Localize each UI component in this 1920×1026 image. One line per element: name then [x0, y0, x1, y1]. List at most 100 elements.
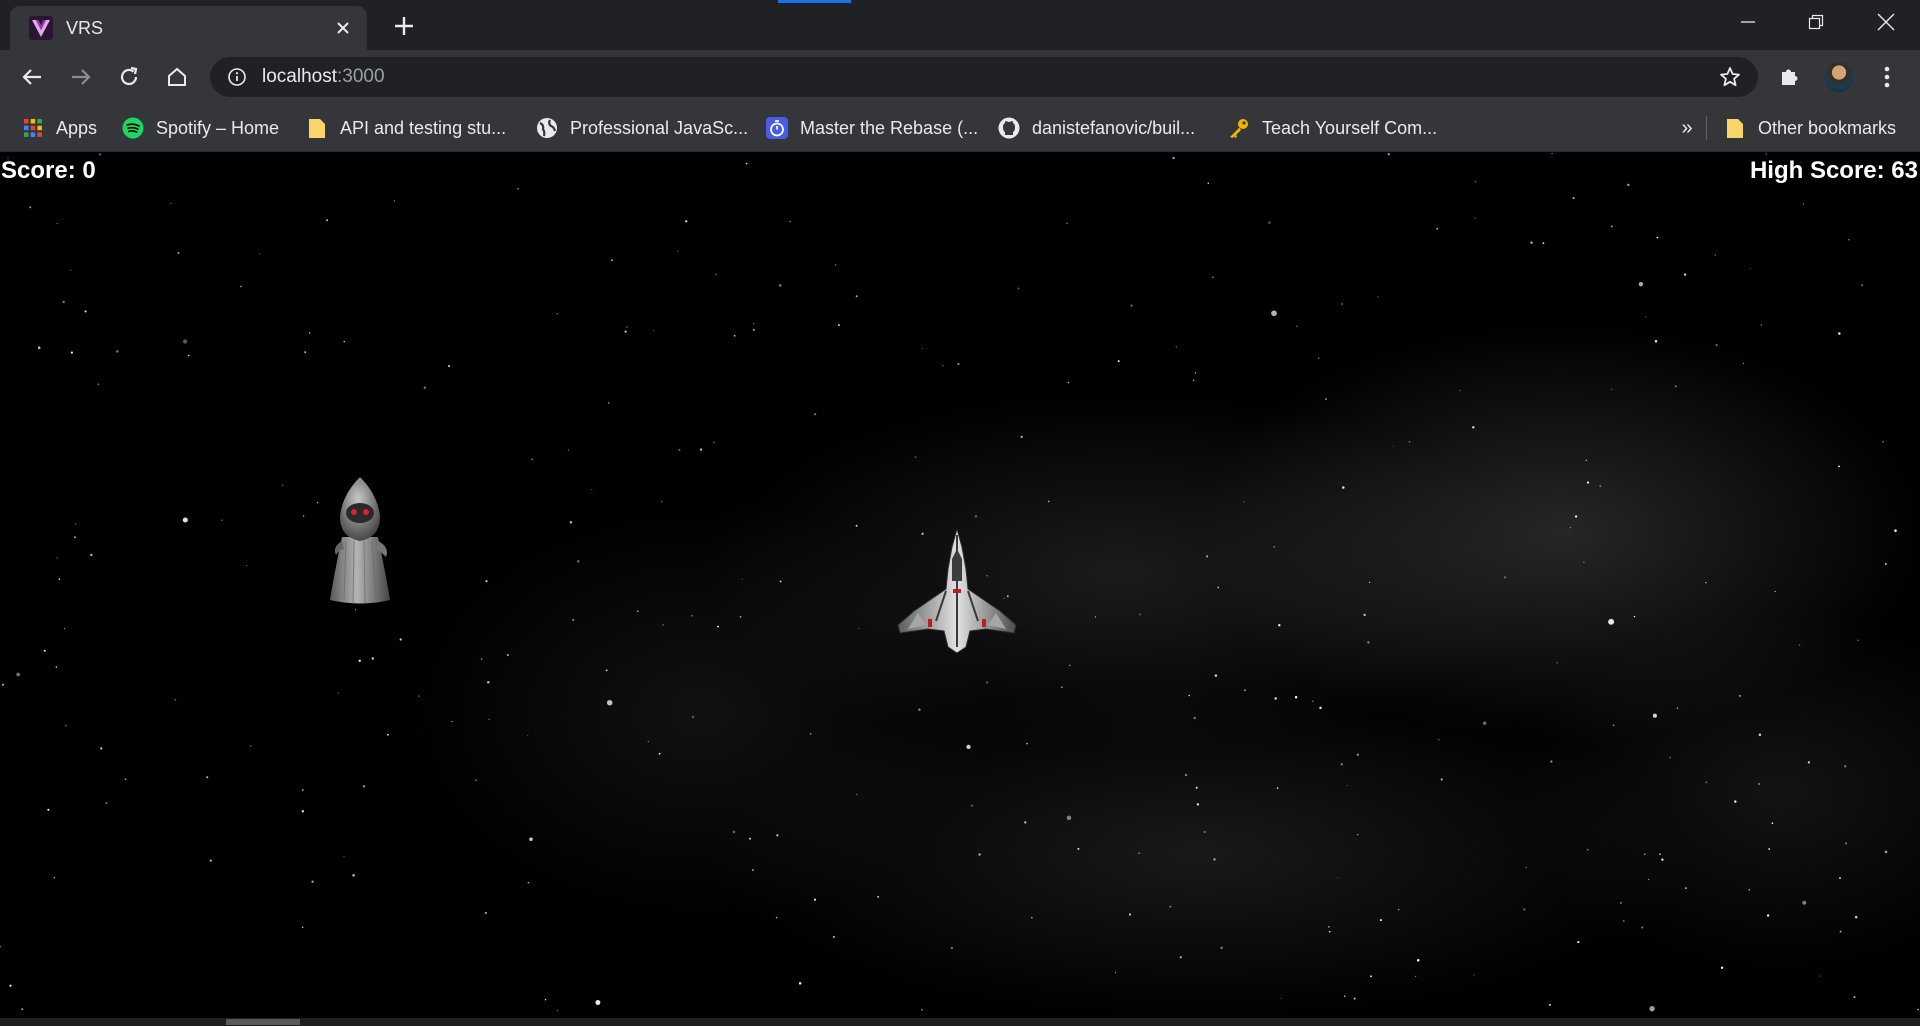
star — [809, 732, 812, 735]
player-spaceship-sprite — [897, 529, 1017, 653]
star — [606, 699, 613, 706]
bookmark-master-rebase[interactable]: Master the Rebase (... — [766, 113, 978, 143]
star — [1641, 926, 1644, 929]
star — [732, 830, 736, 834]
star — [715, 273, 717, 275]
star — [813, 898, 817, 901]
horizontal-scrollbar[interactable] — [0, 1018, 1920, 1026]
star — [1648, 878, 1650, 881]
star — [1748, 888, 1751, 891]
star — [1392, 445, 1394, 447]
star — [1774, 590, 1776, 593]
star — [1169, 905, 1172, 908]
star — [1047, 500, 1050, 503]
bookmark-api-testing[interactable]: API and testing stu... — [306, 113, 506, 143]
bookmark-github[interactable]: danistefanovic/buil... — [998, 113, 1195, 143]
star — [301, 926, 304, 929]
info-icon[interactable] — [226, 66, 248, 88]
folder-icon — [306, 117, 328, 139]
star — [70, 269, 72, 271]
star — [53, 877, 55, 879]
url-text[interactable]: localhost:3000 — [262, 66, 1714, 88]
star — [966, 744, 971, 750]
bookmark-professional-js[interactable]: Professional JavaSc... — [536, 113, 748, 143]
star — [1661, 858, 1664, 861]
star — [677, 250, 679, 252]
star — [1550, 760, 1553, 763]
reload-icon[interactable] — [110, 58, 148, 96]
star — [1337, 877, 1339, 879]
star — [246, 564, 248, 567]
home-icon[interactable] — [158, 58, 196, 96]
extensions-puzzle-icon[interactable] — [1772, 60, 1806, 94]
star — [752, 869, 754, 871]
star — [1172, 156, 1175, 160]
scrollbar-thumb[interactable] — [226, 1019, 300, 1025]
star — [1117, 360, 1120, 363]
address-bar[interactable]: localhost:3000 — [210, 57, 1758, 97]
star — [1802, 900, 1807, 905]
star — [301, 809, 305, 813]
star — [1203, 831, 1206, 833]
star — [352, 874, 355, 877]
new-tab-icon[interactable] — [386, 8, 422, 44]
star — [1356, 753, 1359, 756]
star — [259, 253, 261, 255]
star — [1705, 581, 1707, 584]
star — [301, 789, 304, 791]
star — [240, 285, 242, 288]
star — [1211, 276, 1214, 279]
star — [1586, 481, 1590, 484]
restore-icon[interactable] — [1782, 0, 1850, 44]
high-score-display: High Score: 63 — [1749, 157, 1918, 184]
star — [877, 895, 880, 898]
star — [1319, 706, 1322, 710]
kebab-menu-icon[interactable] — [1870, 60, 1904, 94]
star — [1196, 803, 1200, 806]
tab-active[interactable]: VRS — [10, 6, 367, 50]
browser-toolbar: localhost:3000 — [0, 50, 1920, 104]
close-window-icon[interactable] — [1852, 0, 1920, 44]
star — [1195, 786, 1198, 789]
star — [717, 625, 719, 628]
tab-strip: VRS — [0, 0, 1920, 50]
game-canvas[interactable]: Score: 0 High Score: 63 — [0, 153, 1920, 1018]
star — [1340, 763, 1343, 766]
star — [1720, 966, 1724, 969]
forward-icon[interactable] — [62, 58, 100, 96]
star — [1884, 562, 1887, 565]
star — [182, 339, 188, 344]
star — [16, 672, 21, 677]
star — [1548, 1003, 1551, 1006]
star — [918, 708, 921, 711]
bookmark-teach-yourself[interactable]: Teach Yourself Com... — [1228, 113, 1437, 143]
star — [527, 735, 529, 736]
star — [1771, 822, 1774, 825]
profile-avatar[interactable] — [1824, 62, 1854, 92]
star — [64, 627, 66, 629]
star — [84, 310, 87, 313]
star — [1069, 664, 1071, 666]
star — [250, 745, 252, 747]
star — [1715, 343, 1718, 347]
bookmark-other-bookmarks[interactable]: Other bookmarks — [1724, 113, 1896, 143]
star — [741, 578, 743, 580]
bookmark-spotify[interactable]: Spotify – Home — [122, 113, 279, 143]
close-tab-icon[interactable] — [325, 10, 361, 46]
vrs-logo-icon — [28, 15, 54, 41]
bookmark-apps[interactable]: Apps — [22, 113, 97, 143]
back-icon[interactable] — [13, 58, 51, 96]
bookmark-label: Apps — [56, 117, 98, 138]
star — [316, 501, 319, 504]
star — [1656, 236, 1659, 239]
star — [1066, 222, 1068, 224]
star — [174, 698, 177, 701]
star — [637, 610, 639, 612]
star — [748, 837, 752, 840]
star — [1342, 486, 1345, 489]
star — [527, 881, 530, 884]
bookmark-star-icon[interactable] — [1714, 61, 1746, 93]
star — [684, 220, 688, 223]
more-bookmarks-chevron[interactable]: » — [1672, 113, 1702, 143]
minimize-icon[interactable] — [1714, 0, 1782, 44]
